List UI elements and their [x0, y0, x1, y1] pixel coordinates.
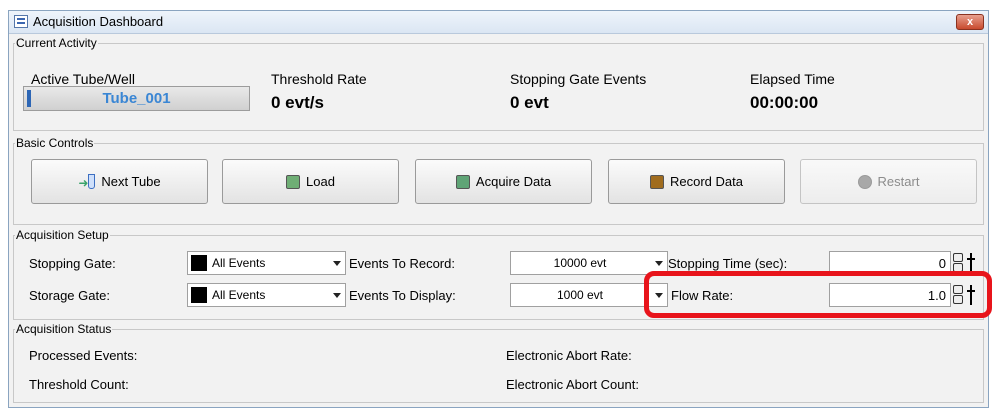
load-button[interactable]: Load [222, 159, 399, 204]
chevron-down-icon [655, 261, 663, 266]
acquire-data-button[interactable]: Acquire Data [415, 159, 592, 204]
square-brown-icon [650, 174, 664, 189]
events-to-record-label: Events To Record: [349, 256, 455, 271]
gate-color-swatch [191, 255, 207, 271]
circle-gray-icon [857, 174, 872, 189]
stopping-gate-select[interactable]: All Events [187, 251, 346, 275]
events-to-record-select[interactable]: 10000 evt [510, 251, 668, 275]
events-to-display-value: 1000 evt [556, 288, 604, 302]
acquisition-dashboard-window: Acquisition Dashboard x Current Activity… [8, 10, 989, 408]
restart-label: Restart [877, 174, 920, 189]
next-tube-button[interactable]: ➜ Next Tube [31, 159, 208, 204]
chevron-down-icon [333, 293, 341, 298]
basic-controls-legend: Basic Controls [15, 136, 95, 150]
events-to-record-value: 10000 evt [553, 256, 607, 270]
pin-icon[interactable] [967, 253, 975, 273]
current-activity-legend: Current Activity [15, 36, 98, 50]
stopping-gate-label: Stopping Gate: [29, 256, 116, 271]
stopping-gate-events-label: Stopping Gate Events [510, 71, 647, 87]
processed-events-label: Processed Events: [29, 348, 138, 363]
electronic-abort-count-label: Electronic Abort Count: [506, 377, 639, 392]
threshold-rate-label: Threshold Rate [271, 71, 367, 87]
acquire-data-label: Acquire Data [475, 174, 552, 189]
square-green-icon [455, 174, 470, 189]
events-to-display-label: Events To Display: [349, 288, 456, 303]
acquisition-setup-legend: Acquisition Setup [15, 228, 110, 242]
record-data-button[interactable]: Record Data [608, 159, 785, 204]
stopping-gate-events-value: 0 evt [510, 93, 549, 112]
active-tube-value: Tube_001 [102, 90, 171, 107]
elapsed-time-label: Elapsed Time [750, 71, 835, 87]
title-bar: Acquisition Dashboard x [9, 11, 988, 34]
tube-field-edge [27, 90, 31, 107]
window-title: Acquisition Dashboard [33, 14, 164, 29]
stopping-time-spinner[interactable] [953, 253, 963, 273]
stopping-time-label: Stopping Time (sec): [668, 256, 788, 271]
active-tube-field: Tube_001 [23, 86, 250, 111]
electronic-abort-rate-label: Electronic Abort Rate: [506, 348, 632, 363]
acquisition-status-group [13, 329, 984, 403]
storage-gate-value: All Events [212, 288, 266, 302]
spin-up-icon[interactable] [953, 253, 963, 262]
storage-gate-label: Storage Gate: [29, 288, 110, 303]
close-button[interactable]: x [956, 14, 984, 30]
acquisition-status-legend: Acquisition Status [15, 322, 113, 336]
next-tube-label: Next Tube [101, 174, 161, 189]
restart-button[interactable]: Restart [800, 159, 977, 204]
threshold-count-label: Threshold Count: [29, 377, 129, 392]
stopping-gate-value: All Events [212, 256, 266, 270]
threshold-rate-value: 0 evt/s [271, 93, 324, 112]
window-app-icon [14, 15, 28, 28]
stopping-time-value: 0 [938, 256, 946, 271]
record-data-label: Record Data [670, 174, 743, 189]
tube-arrow-icon: ➜ [78, 173, 96, 190]
chevron-down-icon [333, 261, 341, 266]
gate-color-swatch [191, 287, 207, 303]
active-tube-label: Active Tube/Well [31, 71, 136, 87]
storage-gate-select[interactable]: All Events [187, 283, 346, 307]
flow-rate-highlight [644, 271, 992, 318]
square-green-icon [286, 174, 301, 189]
elapsed-time-value: 00:00:00 [750, 93, 819, 112]
load-label: Load [306, 174, 335, 189]
